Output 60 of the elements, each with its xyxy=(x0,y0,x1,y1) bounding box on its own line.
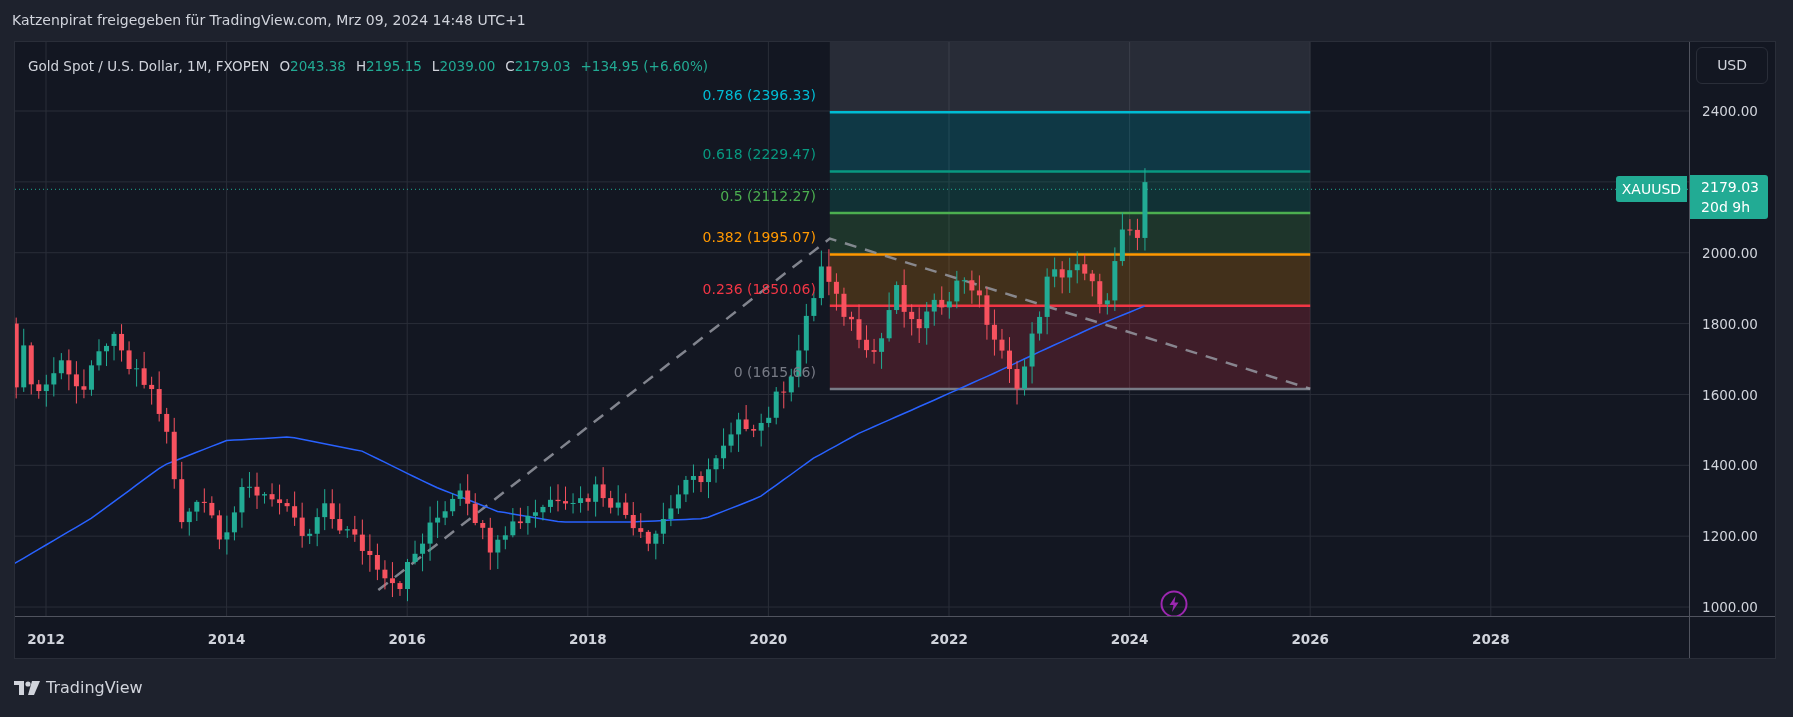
candle xyxy=(397,580,403,597)
candle xyxy=(713,454,719,484)
candle xyxy=(849,311,854,332)
price-axis-label: 2400.00 xyxy=(1702,103,1758,119)
fib-level-label: 0.5 (2112.27) xyxy=(720,186,816,205)
candle xyxy=(555,483,561,512)
time-axis-label: 2020 xyxy=(749,630,788,649)
last-price: 2179.03 xyxy=(1701,178,1760,198)
ohlc-value: 2043.38 xyxy=(290,57,346,76)
candle xyxy=(706,458,711,499)
ohlc-key: H xyxy=(355,56,367,77)
fib-level-label: 0.382 (1995.07) xyxy=(702,228,816,247)
price-axis-label: 2000.00 xyxy=(1702,245,1758,261)
fib-level-label: 0.786 (2396.33) xyxy=(702,86,816,105)
symbol-tag: XAUUSD xyxy=(1615,176,1688,203)
candle xyxy=(405,558,410,602)
ohlc-value: 2195.15 xyxy=(366,57,422,76)
candle xyxy=(548,486,553,514)
candle xyxy=(1014,360,1020,405)
time-axis-label: 2016 xyxy=(388,630,426,649)
ohlc-key: L xyxy=(431,56,440,77)
price-change: +134.95 (+6.60%) xyxy=(580,57,709,76)
tradingview-logo-icon xyxy=(14,681,40,695)
time-axis-label: 2012 xyxy=(27,630,65,649)
candle xyxy=(1007,336,1012,384)
candle xyxy=(96,338,102,371)
candle xyxy=(239,477,245,529)
price-axis-label: 1600.00 xyxy=(1702,387,1758,403)
time-axis-label: 2024 xyxy=(1110,630,1149,649)
candle xyxy=(999,328,1005,360)
candle xyxy=(247,471,252,499)
fib-level-label: 0.236 (1850.06) xyxy=(702,279,816,298)
ohlc-value: 2179.03 xyxy=(514,57,571,76)
brand-name: TradingView xyxy=(46,677,143,699)
price-axis-label: 1800.00 xyxy=(1702,316,1758,332)
ohlc-key: O xyxy=(279,56,291,77)
ohlc-value: 2039.00 xyxy=(439,57,496,76)
time-axis-label: 2014 xyxy=(207,630,246,649)
time-axis-label: 2028 xyxy=(1472,630,1510,649)
share-caption: Katzenpirat freigegeben für TradingView.com, Mrz 09, 2024 14:48 UTC+1 xyxy=(12,11,526,30)
price-axis-label: 1200.00 xyxy=(1702,528,1758,544)
time-axis-label: 2018 xyxy=(569,630,607,649)
candle xyxy=(856,303,862,349)
candle xyxy=(412,540,418,565)
candle xyxy=(104,342,109,367)
candle xyxy=(841,287,847,327)
currency-button[interactable]: USD xyxy=(1696,47,1769,84)
lightning-icon[interactable] xyxy=(1160,590,1188,616)
time-axis-label: 2026 xyxy=(1291,630,1329,649)
price-axis-label: 1400.00 xyxy=(1702,457,1758,473)
bar-countdown: 20d 9h xyxy=(1701,198,1752,218)
time-axis-label: 2022 xyxy=(930,630,968,649)
ohlc-key: C xyxy=(505,56,515,77)
candle xyxy=(254,472,260,510)
symbol-title: Gold Spot / U.S. Dollar, 1M, FXOPEN xyxy=(28,57,270,76)
candle xyxy=(111,331,117,361)
fib-level-label: 0.618 (2229.47) xyxy=(702,145,816,164)
price-axis-label: 1000.00 xyxy=(1702,599,1758,615)
candle xyxy=(540,504,546,521)
candle xyxy=(698,470,704,493)
